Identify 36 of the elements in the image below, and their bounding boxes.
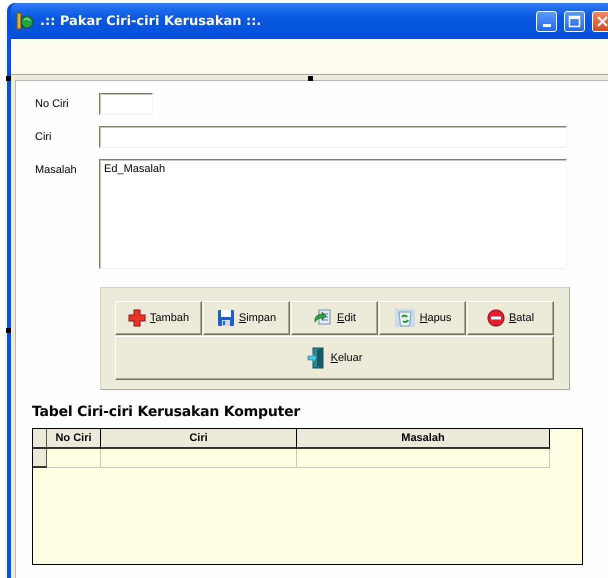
field-label: No Ciri xyxy=(34,97,70,112)
table-cell[interactable] xyxy=(101,449,297,468)
row-indicator[interactable] xyxy=(33,449,47,468)
row-indicator xyxy=(33,429,47,449)
input-field[interactable] xyxy=(99,93,153,115)
field-label: Masalah xyxy=(34,163,78,178)
selection-handle[interactable] xyxy=(6,328,11,333)
cancel-button[interactable]: Batal xyxy=(467,301,554,335)
recycle-bin-icon xyxy=(394,308,416,328)
column-header[interactable]: No Ciri xyxy=(47,429,101,449)
text-area[interactable]: Ed_Masalah xyxy=(99,159,567,269)
close-icon xyxy=(596,14,608,28)
minimize-button[interactable] xyxy=(536,10,557,32)
exit-button[interactable]: Keluar xyxy=(115,336,554,380)
table-title: Tabel Ciri-ciri Kerusakan Komputer xyxy=(32,404,302,420)
minimize-icon xyxy=(542,24,550,26)
document-arrow-icon xyxy=(313,309,334,327)
no-entry-icon xyxy=(486,309,505,327)
delete-button[interactable]: Hapus xyxy=(379,301,466,335)
table-cell[interactable] xyxy=(297,449,550,468)
selection-handle[interactable] xyxy=(308,76,313,81)
maximize-button[interactable] xyxy=(564,10,585,32)
maximize-icon xyxy=(568,14,581,28)
selection-handle[interactable] xyxy=(6,76,11,81)
column-header[interactable]: Ciri xyxy=(101,429,297,449)
app-icon xyxy=(15,11,35,31)
table-cell[interactable] xyxy=(47,449,101,468)
add-button[interactable]: Tambah xyxy=(115,301,202,335)
column-header[interactable]: Masalah xyxy=(297,429,550,449)
save-button[interactable]: Simpan xyxy=(203,301,290,335)
input-field[interactable] xyxy=(99,126,567,148)
close-button[interactable] xyxy=(592,10,608,32)
edit-button[interactable]: Edit xyxy=(291,301,378,335)
window-title: .:: Pakar Ciri-ciri Kerusakan ::. xyxy=(40,14,262,28)
plus-icon xyxy=(128,309,146,327)
field-label: Ciri xyxy=(34,130,52,145)
